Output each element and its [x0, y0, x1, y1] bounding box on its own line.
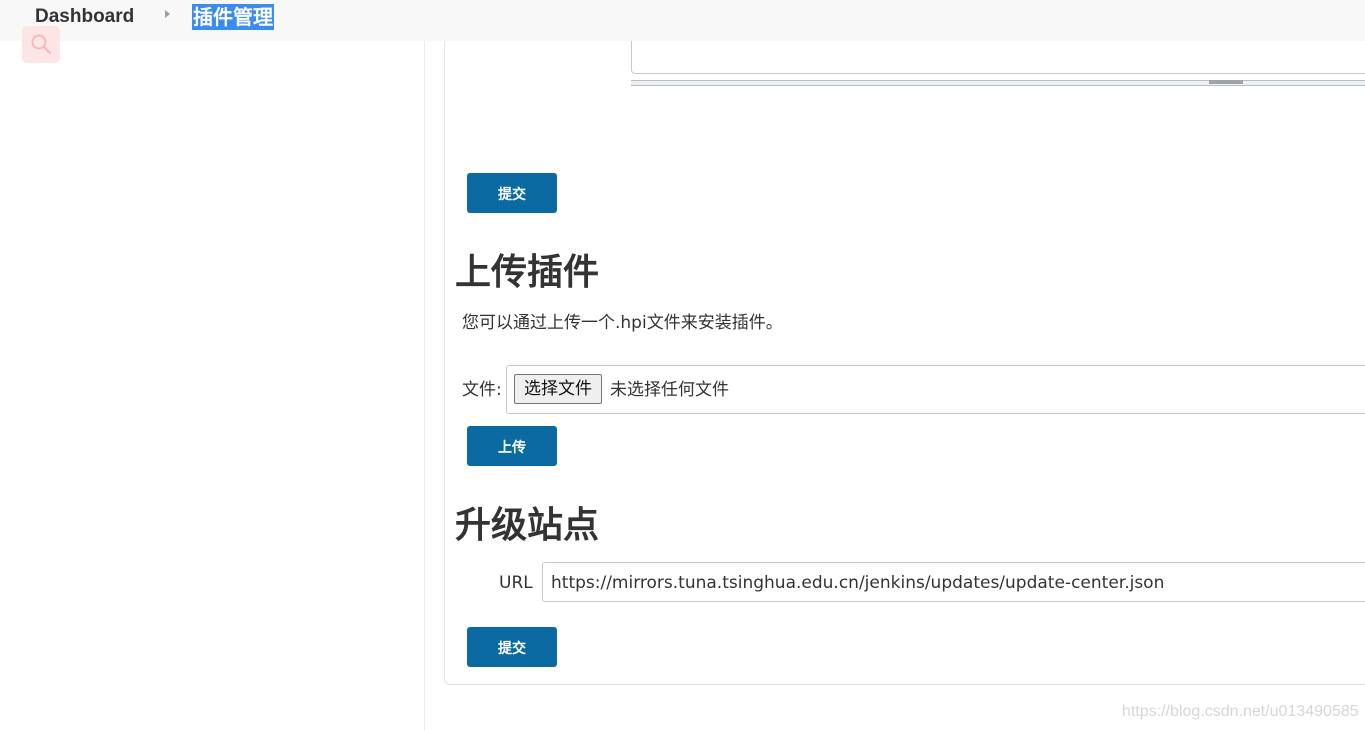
- advanced-submit-button[interactable]: 提交: [467, 173, 557, 213]
- upload-button[interactable]: 上传: [467, 426, 557, 466]
- file-status-text: 未选择任何文件: [610, 380, 729, 400]
- update-site-title: 升级站点: [455, 505, 600, 546]
- file-label: 文件:: [462, 380, 502, 400]
- url-label: URL: [499, 573, 533, 593]
- watermark-text: https://blog.csdn.net/u013490585: [1122, 703, 1359, 720]
- search-icon: [31, 34, 52, 55]
- top-breadcrumb-bar: Dashboard 插件管理: [0, 0, 1365, 41]
- sidebar-divider: [424, 41, 425, 730]
- update-site-submit-button[interactable]: 提交: [467, 627, 557, 667]
- horizontal-scrollbar[interactable]: [631, 80, 1365, 86]
- scrollbar-thumb[interactable]: [1209, 80, 1243, 84]
- choose-file-button[interactable]: 选择文件: [514, 374, 602, 404]
- advanced-textarea[interactable]: [631, 41, 1365, 74]
- upload-plugin-description: 您可以通过上传一个.hpi文件来安装插件。: [462, 313, 783, 333]
- update-site-url-input[interactable]: https://mirrors.tuna.tsinghua.edu.cn/jen…: [542, 562, 1365, 602]
- breadcrumb-current-page[interactable]: 插件管理: [192, 4, 274, 30]
- breadcrumb-chevron-icon[interactable]: [165, 10, 170, 18]
- upload-plugin-title: 上传插件: [455, 252, 600, 293]
- search-button[interactable]: [22, 26, 60, 63]
